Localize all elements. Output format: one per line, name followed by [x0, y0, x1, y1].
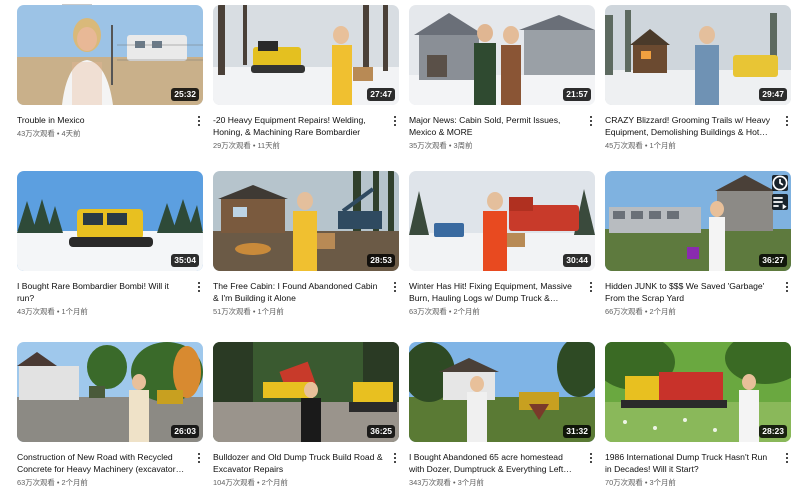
more-options-button[interactable]: [783, 280, 791, 294]
video-card[interactable]: 31:32 I Bought Abandoned 65 acre homeste…: [409, 342, 595, 488]
video-stats: 45万次观看 • 1个月前: [605, 141, 676, 150]
upload-age: 3个月前: [649, 478, 676, 487]
more-options-button[interactable]: [391, 451, 399, 465]
view-count: 35万次观看: [409, 141, 447, 150]
video-card[interactable]: 26:03 Construction of New Road with Recy…: [17, 342, 203, 488]
upload-age: 2个月前: [261, 478, 288, 487]
upload-age: 3周前: [453, 141, 473, 150]
video-stats: 35万次观看 • 3周前: [409, 141, 473, 150]
video-stats: 104万次观看 • 2个月前: [213, 478, 288, 487]
duration-badge: 21:57: [563, 88, 591, 101]
video-title[interactable]: Construction of New Road with Recycled C…: [17, 451, 187, 475]
view-count: 63万次观看: [17, 478, 55, 487]
duration-badge: 28:23: [759, 425, 787, 438]
video-thumbnail[interactable]: 26:03: [17, 342, 203, 442]
view-count: 43万次观看: [17, 307, 55, 316]
video-title[interactable]: CRAZY Blizzard! Grooming Trails w/ Heavy…: [605, 114, 775, 138]
duration-badge: 35:04: [171, 254, 199, 267]
view-count: 104万次观看: [213, 478, 255, 487]
video-thumbnail[interactable]: 30:44: [409, 171, 595, 271]
video-title[interactable]: Bulldozer and Old Dump Truck Build Road …: [213, 451, 383, 475]
hover-actions: [772, 175, 788, 210]
video-thumbnail[interactable]: 31:32: [409, 342, 595, 442]
video-title[interactable]: 1986 International Dump Truck Hasn't Run…: [605, 451, 775, 475]
video-card[interactable]: 35:04 I Bought Rare Bombardier Bombi! Wi…: [17, 171, 203, 317]
video-title[interactable]: Major News: Cabin Sold, Permit Issues, M…: [409, 114, 579, 138]
video-thumbnail[interactable]: 36:25: [213, 342, 399, 442]
duration-badge: 27:47: [367, 88, 395, 101]
upload-age: 2个月前: [61, 478, 88, 487]
upload-age: 2个月前: [453, 307, 480, 316]
duration-badge: 36:25: [367, 425, 395, 438]
more-options-button[interactable]: [195, 280, 203, 294]
view-count: 70万次观看: [605, 478, 643, 487]
video-stats: 51万次观看 • 1个月前: [213, 307, 284, 316]
video-card[interactable]: 36:25 Bulldozer and Old Dump Truck Build…: [213, 342, 399, 488]
view-count: 51万次观看: [213, 307, 251, 316]
video-card[interactable]: 27:47 -20 Heavy Equipment Repairs! Weldi…: [213, 5, 399, 151]
view-count: 343万次观看: [409, 478, 451, 487]
video-thumbnail[interactable]: 25:32: [17, 5, 203, 105]
queue-icon[interactable]: [772, 194, 788, 210]
video-card[interactable]: 25:32 Trouble in Mexico 43万次观看 • 4天前: [17, 5, 203, 139]
upload-age: 1个月前: [61, 307, 88, 316]
view-count: 66万次观看: [605, 307, 643, 316]
video-thumbnail[interactable]: 28:23: [605, 342, 791, 442]
video-card[interactable]: 36:27 Hidden JUNK to $$$ We Saved 'Garba…: [605, 171, 791, 317]
video-stats: 43万次观看 • 4天前: [17, 129, 81, 138]
upload-age: 1个月前: [257, 307, 284, 316]
video-stats: 66万次观看 • 2个月前: [605, 307, 676, 316]
upload-age: 2个月前: [649, 307, 676, 316]
view-count: 43万次观看: [17, 129, 55, 138]
video-title[interactable]: I Bought Rare Bombardier Bombi! Will it …: [17, 280, 187, 304]
duration-badge: 26:03: [171, 425, 199, 438]
video-thumbnail[interactable]: 29:47: [605, 5, 791, 105]
upload-age: 3个月前: [457, 478, 484, 487]
video-title[interactable]: I Bought Abandoned 65 acre homestead wit…: [409, 451, 579, 475]
more-options-button[interactable]: [391, 280, 399, 294]
more-options-button[interactable]: [587, 280, 595, 294]
video-thumbnail[interactable]: 36:27: [605, 171, 791, 271]
video-card[interactable]: 28:53 The Free Cabin: I Found Abandoned …: [213, 171, 399, 317]
duration-badge: 36:27: [759, 254, 787, 267]
more-options-button[interactable]: [783, 114, 791, 128]
duration-badge: 28:53: [367, 254, 395, 267]
more-options-button[interactable]: [195, 114, 203, 128]
video-stats: 43万次观看 • 1个月前: [17, 307, 88, 316]
view-count: 45万次观看: [605, 141, 643, 150]
duration-badge: 25:32: [171, 88, 199, 101]
video-stats: 63万次观看 • 2个月前: [17, 478, 88, 487]
more-options-button[interactable]: [391, 114, 399, 128]
video-title[interactable]: Trouble in Mexico: [17, 114, 187, 126]
more-options-button[interactable]: [195, 451, 203, 465]
more-options-button[interactable]: [783, 451, 791, 465]
video-thumbnail[interactable]: 28:53: [213, 171, 399, 271]
video-title[interactable]: Winter Has Hit! Fixing Equipment, Massiv…: [409, 280, 579, 304]
video-stats: 343万次观看 • 3个月前: [409, 478, 484, 487]
upload-age: 1个月前: [649, 141, 676, 150]
duration-badge: 29:47: [759, 88, 787, 101]
more-options-button[interactable]: [587, 451, 595, 465]
upload-age: 11天前: [257, 141, 280, 150]
video-card[interactable]: 30:44 Winter Has Hit! Fixing Equipment, …: [409, 171, 595, 317]
duration-badge: 30:44: [563, 254, 591, 267]
video-thumbnail[interactable]: 35:04: [17, 171, 203, 271]
video-thumbnail[interactable]: 21:57: [409, 5, 595, 105]
view-count: 29万次观看: [213, 141, 251, 150]
video-stats: 63万次观看 • 2个月前: [409, 307, 480, 316]
more-options-button[interactable]: [587, 114, 595, 128]
upload-age: 4天前: [61, 129, 81, 138]
duration-badge: 31:32: [563, 425, 591, 438]
video-stats: 70万次观看 • 3个月前: [605, 478, 676, 487]
video-title[interactable]: Hidden JUNK to $$$ We Saved 'Garbage' Fr…: [605, 280, 775, 304]
video-card[interactable]: 28:23 1986 International Dump Truck Hasn…: [605, 342, 791, 488]
view-count: 63万次观看: [409, 307, 447, 316]
video-title[interactable]: The Free Cabin: I Found Abandoned Cabin …: [213, 280, 383, 304]
video-card[interactable]: 29:47 CRAZY Blizzard! Grooming Trails w/…: [605, 5, 791, 151]
video-title[interactable]: -20 Heavy Equipment Repairs! Welding, Ho…: [213, 114, 383, 138]
video-card[interactable]: 21:57 Major News: Cabin Sold, Permit Iss…: [409, 5, 595, 151]
video-stats: 29万次观看 • 11天前: [213, 141, 280, 150]
video-thumbnail[interactable]: 27:47: [213, 5, 399, 105]
